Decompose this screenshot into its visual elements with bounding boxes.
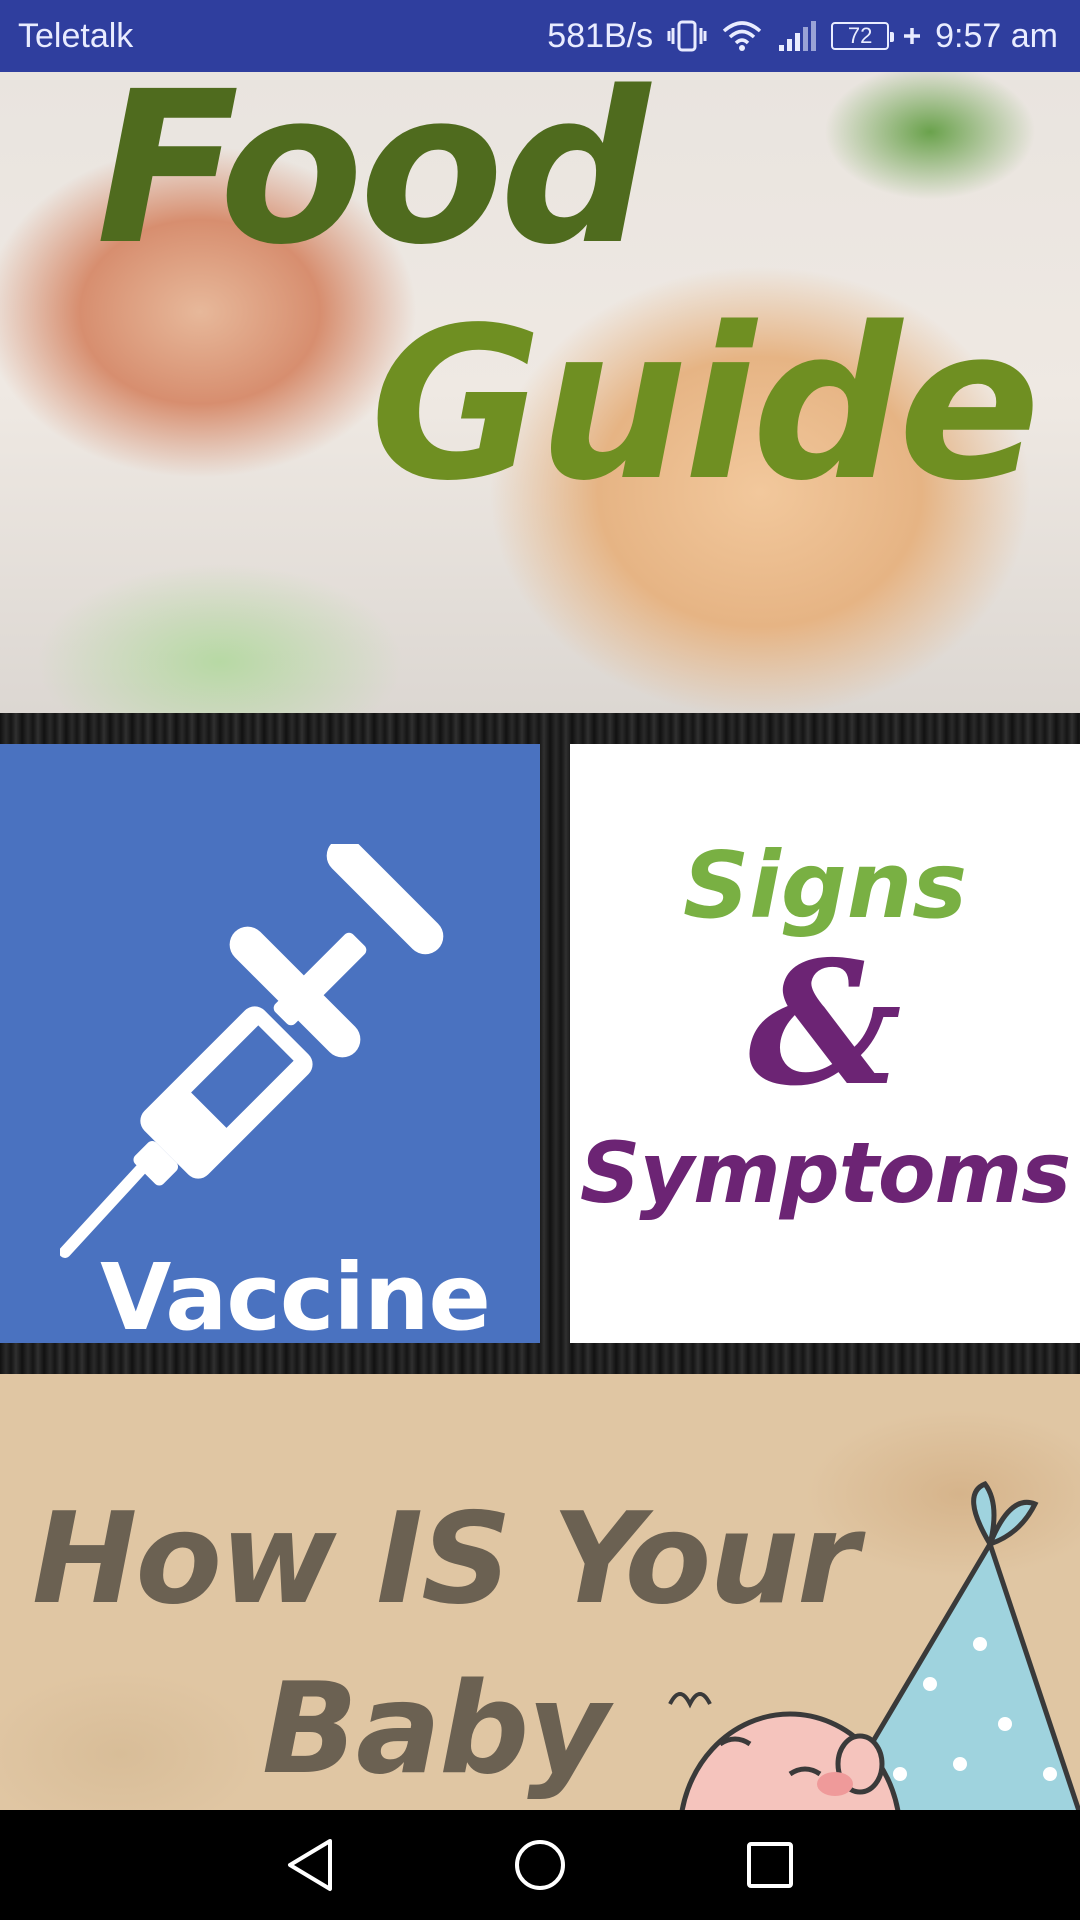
home-grid: Food Guide Vaccine Signs & Symptoms How … [0, 72, 1080, 1810]
back-icon[interactable] [275, 1830, 345, 1900]
signal-icon [777, 19, 817, 53]
battery-icon: 72 [831, 22, 895, 50]
food-guide-tile[interactable]: Food Guide [0, 72, 1080, 713]
signs-label: Signs [683, 832, 967, 939]
wifi-icon [721, 19, 763, 53]
signs-symptoms-tile[interactable]: Signs & Symptoms [570, 744, 1080, 1343]
recents-icon[interactable] [735, 1830, 805, 1900]
network-speed: 581B/s [547, 16, 654, 55]
home-icon[interactable] [505, 1830, 575, 1900]
navigation-bar [0, 1810, 1080, 1920]
baby-title-line2: Baby [262, 1655, 609, 1802]
clock: 9:57 am [935, 16, 1058, 55]
vibrate-icon [667, 18, 707, 54]
status-bar: Teletalk 581B/s 72 9:57 am [0, 0, 1080, 72]
food-guide-title-line2: Guide [370, 282, 1041, 527]
charging-icon [903, 27, 921, 45]
ampersand-label: & [748, 924, 902, 1124]
baby-illustration [660, 1434, 1080, 1810]
how-is-your-baby-tile[interactable]: How IS Your Baby [0, 1374, 1080, 1810]
vaccine-label: Vaccine [100, 1244, 491, 1343]
vaccine-tile[interactable]: Vaccine [0, 744, 540, 1343]
food-guide-title-line1: Food [96, 72, 650, 291]
carrier-label: Teletalk [18, 16, 134, 55]
status-icons: 581B/s 72 9:57 am [547, 17, 1058, 56]
symptoms-label: Symptoms [579, 1124, 1071, 1222]
